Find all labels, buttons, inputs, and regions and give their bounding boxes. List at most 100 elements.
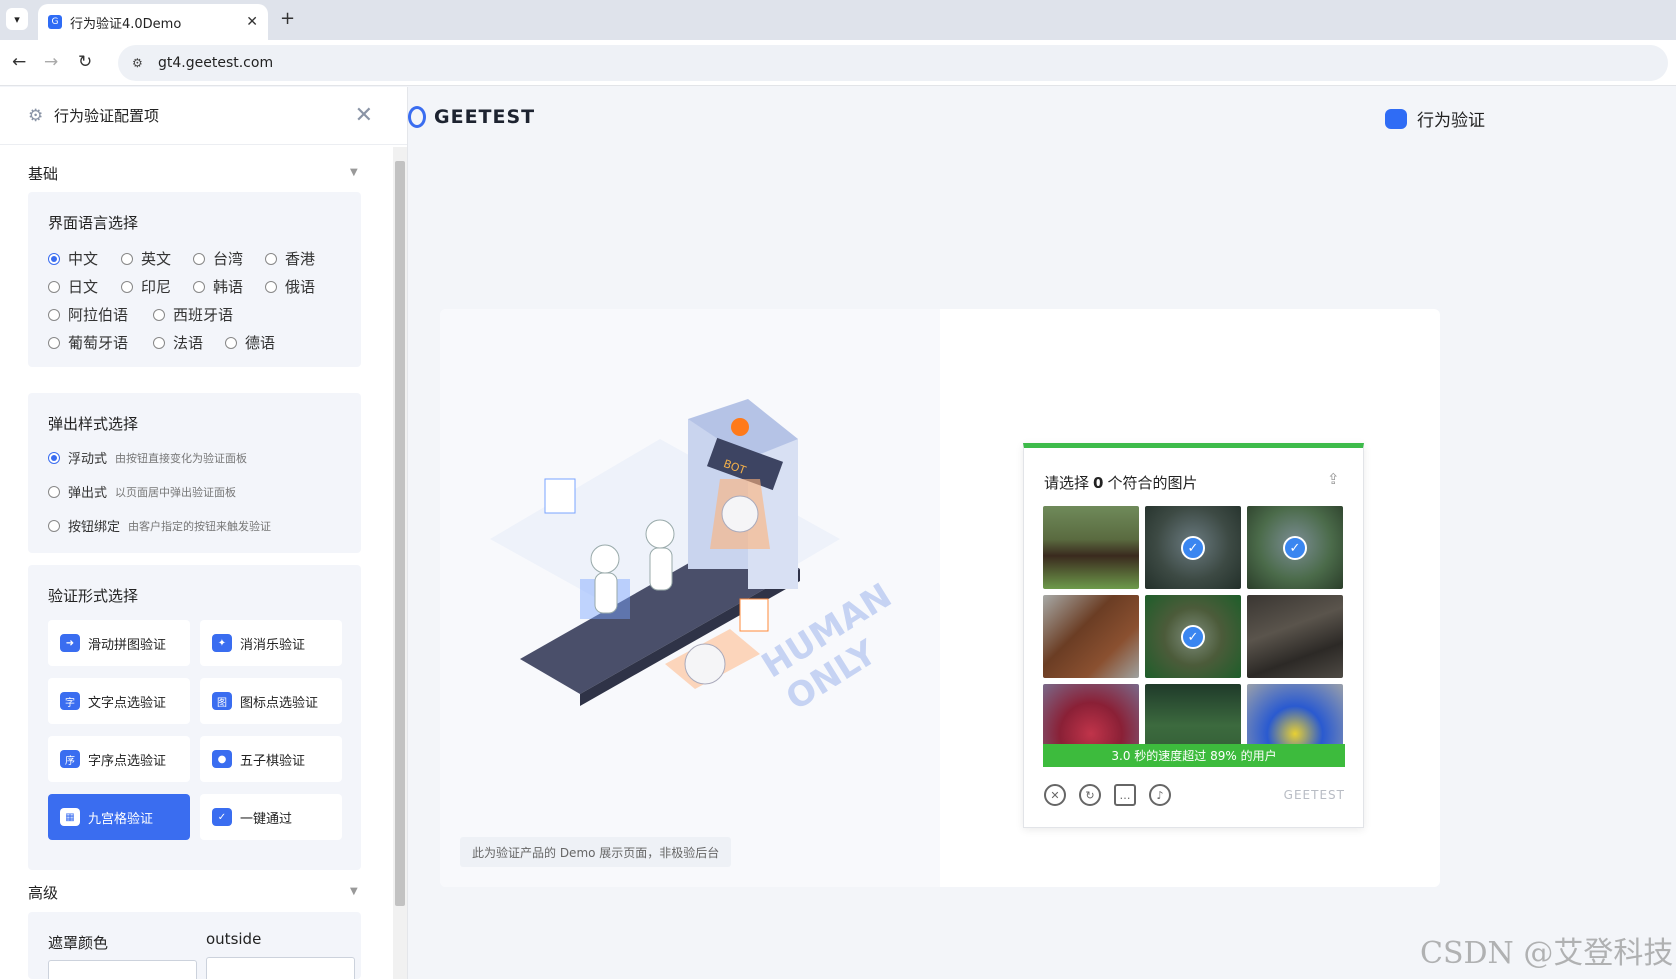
radio-dot[interactable]: [121, 280, 133, 293]
verify-gobang-button[interactable]: ● 五子棋验证: [200, 736, 342, 782]
alarm-light: [731, 418, 749, 436]
radio-dot[interactable]: [48, 252, 60, 265]
section-basic[interactable]: 基础: [28, 163, 58, 184]
radio-popup-bind[interactable]: 按钮绑定 由客户指定的按钮来触发验证: [48, 516, 271, 535]
grid-cell-cattle[interactable]: [1043, 595, 1139, 678]
tab-close-button[interactable]: ✕: [246, 14, 258, 30]
sidebar-title: 行为验证配置项: [54, 107, 160, 125]
caret-down-icon[interactable]: ▼: [350, 886, 358, 897]
check-icon: ✓: [1181, 625, 1205, 649]
illustration-area: BOT HUMAN ONLY 此为验证产品的 Demo 展示页面，非极验后台: [440, 309, 940, 887]
captcha-footer: ✕ ↻ … ♪: [1044, 784, 1184, 806]
bot-detection-illustration: BOT HUMAN ONLY: [490, 399, 899, 719]
language-card: 界面语言选择 中文 英文 台湾 香港 日文 印尼 韩语 俄语 阿拉伯语 西班牙语…: [28, 192, 361, 367]
section-advanced[interactable]: 高级: [28, 882, 58, 903]
close-icon[interactable]: ✕: [1044, 784, 1066, 806]
radio-lang-ko[interactable]: 韩语: [193, 276, 243, 297]
sidebar-header: ⚙ 行为验证配置项 ✕: [0, 87, 407, 145]
address-bar[interactable]: ⚙ gt4.geetest.com: [118, 45, 1668, 81]
tab-search-button[interactable]: ▾: [6, 8, 28, 30]
geetest-logo-icon: [408, 106, 426, 128]
advanced-card: 遮罩颜色 outside: [28, 912, 361, 979]
radio-lang-hk[interactable]: 香港: [265, 248, 315, 269]
human-2-body: [649, 547, 673, 591]
config-sidebar: ⚙ 行为验证配置项 ✕ 基础 ▼ 界面语言选择 中文 英文 台湾 香港 日文 印…: [0, 87, 408, 979]
verify-slide-button[interactable]: ➜ 滑动拼图验证: [48, 620, 190, 666]
radio-dot[interactable]: [193, 252, 205, 265]
back-icon[interactable]: ←: [12, 52, 26, 72]
verify-nine-grid-button[interactable]: ▦ 九宫格验证: [48, 794, 190, 840]
radio-dot[interactable]: [48, 519, 60, 532]
verify-order-button[interactable]: 序字序点选验证: [48, 736, 190, 782]
robot-icon: [1385, 108, 1407, 129]
close-icon[interactable]: ✕: [355, 103, 373, 128]
refresh-icon[interactable]: ↻: [1079, 784, 1101, 806]
radio-lang-id[interactable]: 印尼: [121, 276, 171, 297]
radio-lang-de[interactable]: 德语: [225, 332, 275, 353]
forward-icon[interactable]: →: [44, 52, 58, 72]
outside-label: outside: [206, 930, 262, 948]
radio-lang-ru[interactable]: 俄语: [265, 276, 315, 297]
radio-dot[interactable]: [265, 280, 277, 293]
radio-lang-en[interactable]: 英文: [121, 248, 171, 269]
grid-cell-fountain[interactable]: ✓: [1145, 506, 1241, 589]
chevron-down-icon: ▾: [14, 12, 20, 26]
radio-lang-zh[interactable]: 中文: [48, 248, 98, 269]
verify-icon-button[interactable]: 图图标点选验证: [200, 678, 342, 724]
verify-match-button[interactable]: ✦ 消消乐验证: [200, 620, 342, 666]
grid-cell-fountain[interactable]: ✓: [1247, 506, 1343, 589]
audio-icon[interactable]: ♪: [1149, 784, 1171, 806]
language-title: 界面语言选择: [48, 214, 139, 232]
verify-type-card: 验证形式选择 ➜ 滑动拼图验证 ✦ 消消乐验证 字文字点选验证 图图标点选验证 序字…: [28, 565, 361, 870]
radio-dot[interactable]: [193, 280, 205, 293]
radio-lang-ja[interactable]: 日文: [48, 276, 98, 297]
check-icon: ✓: [212, 808, 232, 826]
scrollbar-thumb[interactable]: [395, 161, 405, 906]
radio-dot[interactable]: [48, 308, 60, 321]
sidebar-scrollbar[interactable]: [393, 147, 407, 979]
radio-lang-es[interactable]: 西班牙语: [153, 304, 233, 325]
radio-lang-fr[interactable]: 法语: [153, 332, 203, 353]
radio-dot[interactable]: [153, 336, 165, 349]
radio-dot[interactable]: [48, 451, 60, 464]
human-1-body: [594, 572, 618, 614]
rejected-robot: [684, 643, 726, 685]
grid-cell-fabric[interactable]: [1247, 595, 1343, 678]
check-icon: ✓: [1283, 536, 1307, 560]
captcha-widget: 请选择 0 个符合的图片 ⇪ ✓ ✓ ✓ 3.0 秒的速度超过 89% 的用户 ✕ …: [1023, 443, 1364, 828]
geetest-logo[interactable]: GEETEST: [408, 106, 535, 128]
reload-icon[interactable]: ↻: [78, 52, 92, 72]
caret-down-icon[interactable]: ▼: [350, 167, 358, 178]
outside-input[interactable]: [206, 957, 355, 979]
upload-icon[interactable]: ⇪: [1327, 470, 1345, 490]
verify-type-title: 验证形式选择: [48, 587, 139, 605]
radio-dot[interactable]: [121, 252, 133, 265]
feedback-icon[interactable]: …: [1114, 784, 1136, 806]
radio-dot[interactable]: [48, 280, 60, 293]
speed-result-bar: 3.0 秒的速度超过 89% 的用户: [1043, 744, 1345, 767]
radio-dot[interactable]: [48, 485, 60, 498]
radio-lang-tw[interactable]: 台湾: [193, 248, 243, 269]
verify-onetap-button[interactable]: ✓ 一键通过: [200, 794, 342, 840]
radio-lang-pt[interactable]: 葡萄牙语: [48, 332, 128, 353]
check-icon: ✓: [1181, 536, 1205, 560]
site-info-icon[interactable]: ⚙: [132, 56, 146, 70]
radio-popup-modal[interactable]: 弹出式 以页面居中弹出验证面板: [48, 482, 236, 501]
radio-popup-float[interactable]: 浮动式 由按钮直接变化为验证面板: [48, 448, 247, 467]
radio-dot[interactable]: [225, 336, 237, 349]
radio-dot[interactable]: [153, 308, 165, 321]
radio-dot[interactable]: [265, 252, 277, 265]
word-click-icon: 字: [60, 692, 80, 710]
mask-color-input[interactable]: [48, 960, 197, 979]
url-text: gt4.geetest.com: [158, 55, 274, 71]
new-tab-button[interactable]: +: [280, 8, 295, 29]
grid-cell-fountain[interactable]: ✓: [1145, 595, 1241, 678]
slide-icon: ➜: [60, 634, 80, 652]
verify-word-button[interactable]: 字文字点选验证: [48, 678, 190, 724]
radio-lang-ar[interactable]: 阿拉伯语: [48, 304, 128, 325]
bot-card: [739, 598, 769, 632]
grid-cell-cattle[interactable]: [1043, 506, 1139, 589]
browser-tab[interactable]: G 行为验证4.0Demo ✕: [38, 4, 268, 40]
radio-dot[interactable]: [48, 336, 60, 349]
image-grid: ✓ ✓ ✓: [1043, 506, 1345, 767]
